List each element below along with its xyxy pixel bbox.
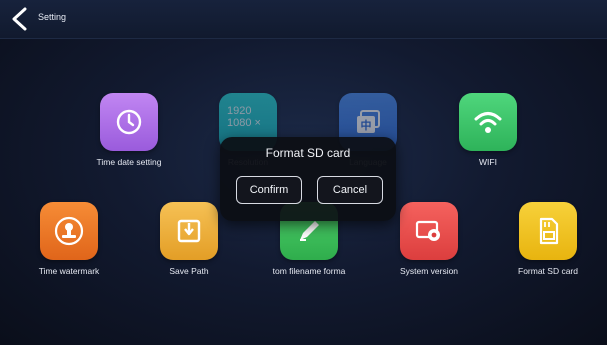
format-sd-dialog: Format SD card Confirm Cancel	[220, 137, 396, 221]
language-icon: 中	[357, 110, 380, 133]
stamp-icon	[54, 216, 84, 246]
resolution-icon: 1920 1080 ×	[227, 105, 261, 129]
clock-icon	[116, 109, 142, 135]
page-title: Setting	[38, 12, 67, 22]
svg-text:中: 中	[361, 118, 372, 132]
top-bar: Setting	[0, 0, 607, 39]
cancel-button[interactable]: Cancel	[317, 176, 383, 204]
app-time-watermark[interactable]: Time watermark	[19, 202, 119, 276]
app-wifi[interactable]: WIFI	[438, 93, 538, 167]
dialog-title: Format SD card	[265, 146, 351, 160]
wifi-icon	[474, 112, 502, 133]
time-date-tile[interactable]	[100, 93, 158, 151]
save-path-tile[interactable]	[160, 202, 218, 260]
wifi-label: WIFI	[479, 157, 497, 167]
time-watermark-label: Time watermark	[38, 266, 100, 276]
format-sd-label: Format SD card	[518, 266, 578, 276]
back-chevron-icon[interactable]	[10, 7, 30, 31]
system-version-tile[interactable]	[400, 202, 458, 260]
gear-monitor-icon	[415, 220, 440, 241]
folder-download-icon	[177, 219, 201, 243]
format-sd-tile[interactable]	[519, 202, 577, 260]
custom-filename-label: tom filename forma	[272, 266, 346, 276]
save-path-label: Save Path	[169, 266, 209, 276]
confirm-button[interactable]: Confirm	[236, 176, 302, 204]
sd-card-icon	[539, 217, 559, 245]
system-version-label: System version	[399, 266, 459, 276]
settings-screen: Setting Time date setting 19201080 × Res…	[0, 0, 607, 345]
time-date-label: Time date setting	[96, 157, 162, 167]
time-watermark-tile[interactable]	[40, 202, 98, 260]
wifi-tile[interactable]	[459, 93, 517, 151]
app-time-date-setting[interactable]: Time date setting	[79, 93, 179, 167]
app-format-sd-card[interactable]: Format SD card	[498, 202, 598, 276]
